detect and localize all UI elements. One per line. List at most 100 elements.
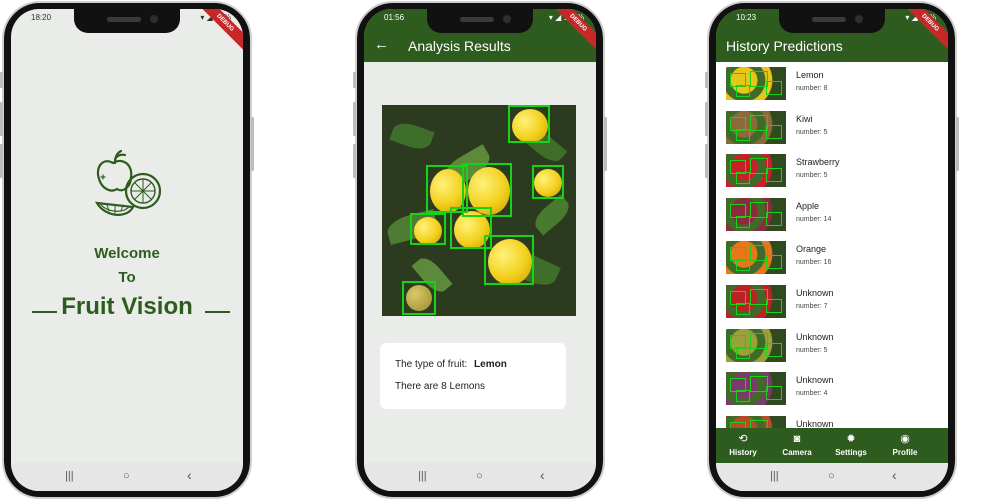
bottom-nav-label: Settings [835, 448, 867, 457]
history-item-count: number: 14 [796, 215, 832, 223]
back-nav-button[interactable]: ‹ [540, 467, 545, 483]
fruit-illustration-icon [94, 149, 162, 216]
history-list-item[interactable]: Orange number: 16 [716, 236, 948, 279]
bottom-nav-label: Camera [782, 448, 812, 457]
android-nav-bar: ||| ○ ‹ [364, 463, 596, 491]
app-bar: ← Analysis Results [364, 29, 596, 62]
detection-box [508, 105, 550, 143]
title-divider-right [205, 311, 230, 313]
history-thumbnail [726, 241, 786, 275]
detection-box [736, 303, 750, 315]
history-item-count: number: 5 [796, 128, 828, 136]
detection-box [736, 172, 750, 185]
recent-apps-button[interactable]: ||| [770, 470, 779, 482]
detection-box [766, 168, 782, 183]
history-list-item[interactable]: Unknown number: 4 [716, 367, 948, 410]
history-thumbnail [726, 285, 786, 318]
detection-box [766, 342, 782, 357]
bottom-nav-settings[interactable]: ✹ Settings [824, 432, 878, 457]
history-item-count: number: 5 [796, 172, 828, 180]
detection-box [766, 386, 782, 401]
bottom-nav-camera[interactable]: ◙ Camera [770, 432, 824, 457]
android-nav-bar: ||| ○ ‹ [716, 463, 948, 491]
history-thumbnail [726, 328, 786, 362]
fruit-type-value: Lemon [474, 359, 507, 370]
history-thumbnail [726, 67, 786, 100]
screen-welcome: 18:20 ▾ ◢ 91% DEBUG Welcome [11, 9, 243, 491]
screen-results: 01:56 ▾ ◢ 100% DEBUG ← Analysis Results [364, 9, 596, 491]
detection-box [402, 281, 436, 315]
detection-box [484, 235, 534, 285]
analyzed-image [382, 105, 576, 316]
bottom-nav-label: Profile [892, 448, 918, 457]
phone-welcome: 18:20 ▾ ◢ 91% DEBUG Welcome [0, 1, 254, 499]
bottom-nav-history[interactable]: ⟲ History [716, 432, 770, 457]
detection-box [766, 211, 782, 226]
history-item-name: Unknown [796, 375, 834, 386]
history-item-count: number: 7 [796, 303, 828, 310]
recent-apps-button[interactable]: ||| [418, 470, 427, 482]
detection-box [736, 128, 750, 141]
bottom-navigation: ⟲ History ◙ Camera ✹ Settings ◉ Profile [716, 428, 948, 463]
bottom-nav-profile[interactable]: ◉ Profile [878, 432, 932, 457]
bottom-nav-label: History [729, 448, 757, 457]
app-title: Fruit Vision [61, 293, 193, 320]
history-list-item[interactable]: Strawberry number: 5 [716, 149, 948, 192]
detection-box [736, 259, 750, 272]
history-item-name: Kiwi [796, 113, 813, 124]
welcome-to: To [118, 269, 136, 286]
detection-box [766, 255, 782, 270]
android-nav-bar: ||| ○ ‹ [11, 463, 243, 491]
history-item-name: Unknown [796, 331, 834, 342]
fruit-type-line: The type of fruit: Lemon [395, 359, 507, 370]
welcome-heading: Welcome [94, 245, 160, 262]
stage: 18:20 ▾ ◢ 91% DEBUG Welcome [0, 0, 1000, 500]
phone-history: 10:23 ▾ ◢ 74% DEBUG History Predictions … [705, 1, 959, 499]
history-item-name: Apple [796, 200, 820, 211]
phone-results: 01:56 ▾ ◢ 100% DEBUG ← Analysis Results [353, 1, 607, 499]
history-item-count: number: 8 [796, 85, 828, 92]
recent-apps-button[interactable]: ||| [65, 470, 74, 482]
detection-box [766, 124, 782, 139]
detection-box [410, 213, 446, 245]
home-button[interactable]: ○ [476, 470, 483, 482]
status-time: 10:23 [736, 13, 757, 22]
camera-icon: ◙ [793, 433, 801, 445]
history-item-name: Unknown [796, 288, 834, 298]
history-item-name: Unknown [796, 418, 834, 428]
status-time: 18:20 [31, 13, 52, 22]
history-thumbnail [726, 154, 786, 188]
screen-history: 10:23 ▾ ◢ 74% DEBUG History Predictions … [716, 9, 948, 491]
settings-icon: ✹ [846, 433, 856, 445]
history-list-item[interactable]: Lemon number: 8 [716, 62, 948, 105]
detection-box [766, 299, 782, 313]
detection-box [736, 215, 750, 228]
back-nav-button[interactable]: ‹ [187, 467, 192, 483]
detection-box [750, 419, 768, 428]
profile-icon: ◉ [900, 433, 910, 445]
history-item-count: number: 4 [796, 390, 828, 398]
history-item-count: number: 16 [796, 259, 832, 267]
result-card: The type of fruit: Lemon There are 8 Lem… [380, 343, 566, 409]
home-button[interactable]: ○ [123, 470, 130, 482]
app-bar: History Predictions [716, 29, 948, 62]
home-button[interactable]: ○ [828, 470, 835, 482]
history-list-item[interactable]: Apple number: 14 [716, 193, 948, 236]
history-icon: ⟲ [738, 433, 748, 445]
back-nav-button[interactable]: ‹ [892, 467, 897, 483]
history-item-name: Strawberry [796, 157, 840, 168]
history-list-item[interactable]: Unknown [716, 411, 948, 428]
detection-box [766, 81, 782, 95]
fruit-count-text: There are 8 Lemons [395, 381, 486, 392]
history-list: Lemon number: 8 Kiwi number: 5 Strawberry num… [716, 62, 948, 428]
detection-box [736, 346, 750, 359]
fruit-type-label: The type of fruit: [395, 359, 468, 370]
history-thumbnail [726, 372, 786, 406]
back-arrow-icon[interactable]: ← [374, 36, 389, 53]
history-list-item[interactable]: Kiwi number: 5 [716, 106, 948, 149]
history-item-name: Lemon [796, 70, 824, 80]
history-item-name: Orange [796, 244, 827, 255]
history-item-count: number: 5 [796, 346, 828, 354]
history-list-item[interactable]: Unknown number: 5 [716, 324, 948, 367]
history-list-item[interactable]: Unknown number: 7 [716, 280, 948, 323]
